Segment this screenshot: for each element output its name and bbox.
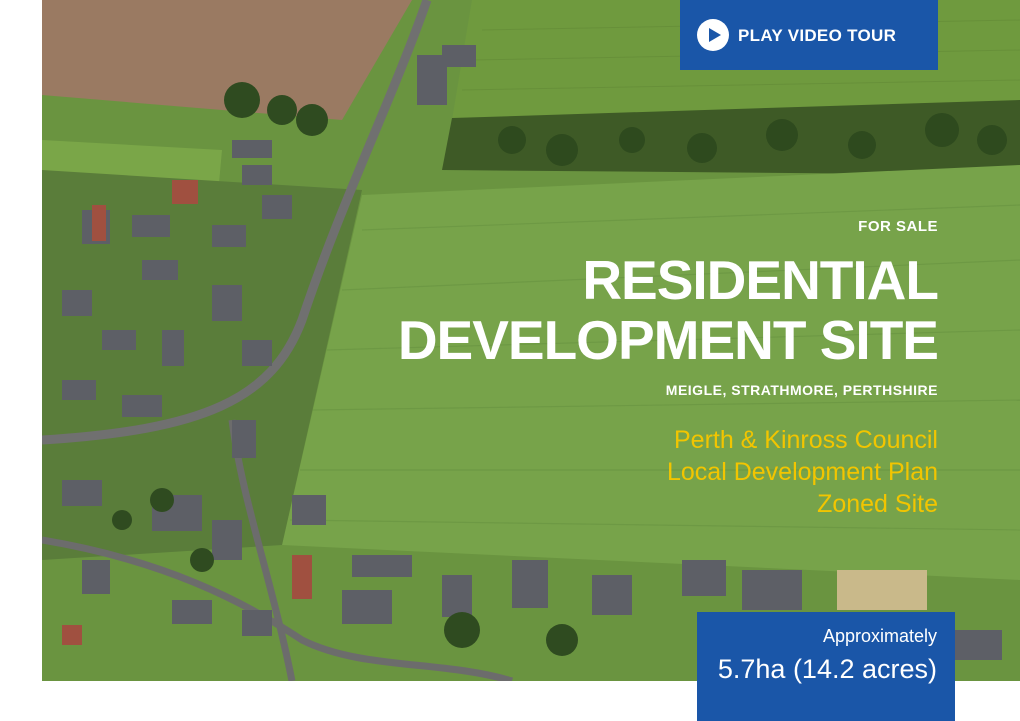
play-icon [697, 19, 729, 51]
council-line-1: Perth & Kinross Council [673, 426, 938, 454]
area-value: 5.7ha (14.2 acres) [717, 654, 937, 684]
council-zoning-text: Perth & Kinross Council Local Developmen… [667, 424, 938, 520]
council-line-2: Local Development Plan [667, 458, 938, 486]
play-video-tour-label: PLAY VIDEO TOUR [738, 26, 897, 45]
play-video-tour-button[interactable]: PLAY VIDEO TOUR [680, 0, 938, 70]
area-info-box: Approximately 5.7ha (14.2 acres) [697, 612, 955, 721]
council-line-3: Zoned Site [817, 490, 938, 518]
title-line-2: DEVELOPMENT SITE [397, 309, 939, 371]
area-prefix: Approximately [822, 626, 937, 646]
page-title: RESIDENTIAL DEVELOPMENT SITE [397, 249, 939, 371]
title-line-1: RESIDENTIAL [582, 249, 939, 311]
for-sale-label: FOR SALE [858, 218, 938, 235]
location-subtitle: MEIGLE, STRATHMORE, PERTHSHIRE [665, 382, 938, 398]
